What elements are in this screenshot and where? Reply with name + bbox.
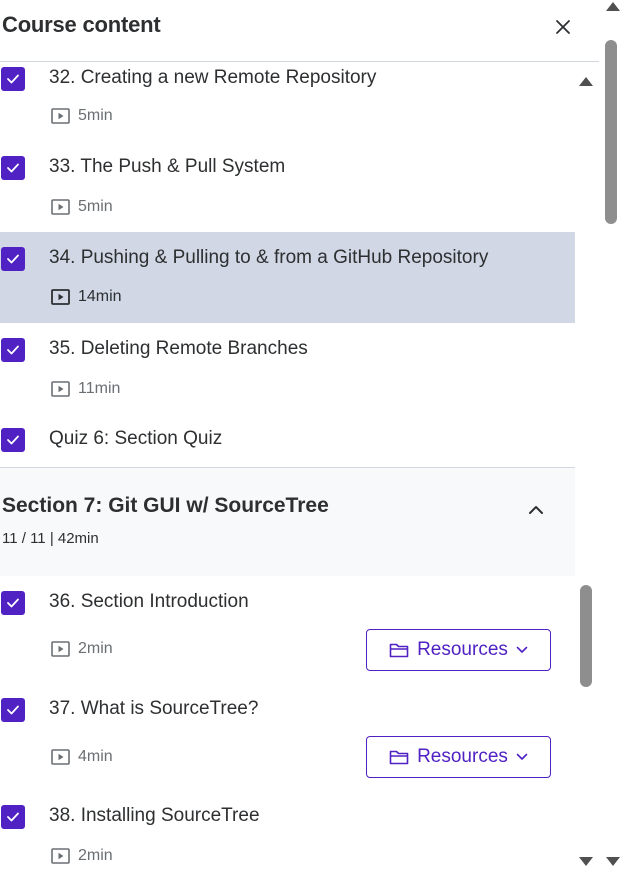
course-content-header: Course content xyxy=(0,0,599,62)
completed-checkbox[interactable] xyxy=(1,338,25,362)
lecture-title: 35. Deleting Remote Branches xyxy=(49,338,308,359)
lecture-meta: 2min xyxy=(51,847,113,865)
lecture-duration: 11min xyxy=(78,380,121,397)
quiz-title: Quiz 6: Section Quiz xyxy=(49,428,223,449)
video-icon xyxy=(51,641,70,657)
lecture-meta: 2min xyxy=(51,640,113,658)
completed-checkbox[interactable] xyxy=(1,428,25,452)
lecture-duration: 2min xyxy=(78,640,113,657)
lecture-meta: 5min xyxy=(51,107,113,125)
video-icon xyxy=(51,749,70,765)
section-header[interactable]: Section 7: Git GUI w/ SourceTree 11 / 11… xyxy=(0,467,575,576)
completed-checkbox[interactable] xyxy=(1,156,25,180)
section-progress: 11 / 11 | 42min xyxy=(2,530,99,547)
list-item[interactable]: 33. The Push & Pull System 5min xyxy=(0,141,575,232)
chevron-up-icon xyxy=(529,506,543,514)
completed-checkbox[interactable] xyxy=(1,247,25,271)
video-icon xyxy=(51,848,70,864)
resources-label: Resources xyxy=(417,746,508,767)
outer-scrollbar[interactable] xyxy=(599,0,627,873)
section-title: Section 7: Git GUI w/ SourceTree xyxy=(2,494,329,517)
lecture-meta: 11min xyxy=(51,380,120,398)
video-icon xyxy=(51,289,70,305)
scroll-down-arrow[interactable] xyxy=(606,857,620,866)
check-icon xyxy=(7,163,19,173)
folder-icon xyxy=(389,750,409,765)
close-icon xyxy=(556,20,570,34)
lecture-title: 34. Pushing & Pulling to & from a GitHub… xyxy=(49,247,489,268)
completed-checkbox[interactable] xyxy=(1,591,25,615)
inner-scroll-thumb[interactable] xyxy=(580,585,592,687)
lecture-title: 32. Creating a new Remote Repository xyxy=(49,67,377,88)
check-icon xyxy=(7,435,19,445)
lecture-title: 37. What is SourceTree? xyxy=(49,698,259,719)
lecture-meta: 5min xyxy=(51,198,113,216)
check-icon xyxy=(7,254,19,264)
outer-scroll-thumb[interactable] xyxy=(605,40,617,224)
list-item-active[interactable]: 34. Pushing & Pulling to & from a GitHub… xyxy=(0,232,575,323)
scroll-up-arrow[interactable] xyxy=(606,2,620,11)
lecture-duration: 2min xyxy=(78,847,113,864)
check-icon xyxy=(7,345,19,355)
inner-scroll-up-arrow[interactable] xyxy=(579,77,593,86)
chevron-down-icon xyxy=(516,646,528,653)
video-icon xyxy=(51,108,70,124)
lecture-title: 36. Section Introduction xyxy=(49,591,249,612)
lecture-meta: 14min xyxy=(51,288,122,306)
list-item[interactable]: 35. Deleting Remote Branches 11min xyxy=(0,323,575,414)
lecture-duration: 5min xyxy=(78,198,113,215)
folder-icon xyxy=(389,643,409,658)
list-item[interactable]: 38. Installing SourceTree 2min xyxy=(0,790,575,873)
resources-label: Resources xyxy=(417,639,508,660)
check-icon xyxy=(7,705,19,715)
lecture-title: 33. The Push & Pull System xyxy=(49,156,286,177)
list-item[interactable]: 32. Creating a new Remote Repository 5mi… xyxy=(0,63,575,141)
check-icon xyxy=(7,598,19,608)
check-icon xyxy=(7,812,19,822)
completed-checkbox[interactable] xyxy=(1,67,25,91)
lecture-duration: 14min xyxy=(78,288,122,305)
collapse-section-button[interactable] xyxy=(526,500,546,520)
check-icon xyxy=(7,74,19,84)
completed-checkbox[interactable] xyxy=(1,805,25,829)
resources-button[interactable]: Resources xyxy=(366,629,551,671)
resources-button[interactable]: Resources xyxy=(366,736,551,778)
lecture-duration: 4min xyxy=(78,748,113,765)
lecture-meta: 4min xyxy=(51,748,113,766)
lecture-duration: 5min xyxy=(78,107,113,124)
list-item-quiz[interactable]: Quiz 6: Section Quiz xyxy=(0,414,575,467)
list-item[interactable]: 37. What is SourceTree? 4min Resources xyxy=(0,683,575,790)
inner-scroll-down-arrow[interactable] xyxy=(579,857,593,866)
chevron-down-icon xyxy=(516,753,528,760)
lecture-title: 38. Installing SourceTree xyxy=(49,805,260,826)
video-icon xyxy=(51,381,70,397)
list-item[interactable]: 36. Section Introduction 2min Resources xyxy=(0,576,575,683)
close-button[interactable] xyxy=(549,13,577,41)
completed-checkbox[interactable] xyxy=(1,698,25,722)
page-title: Course content xyxy=(2,12,161,37)
video-icon xyxy=(51,199,70,215)
